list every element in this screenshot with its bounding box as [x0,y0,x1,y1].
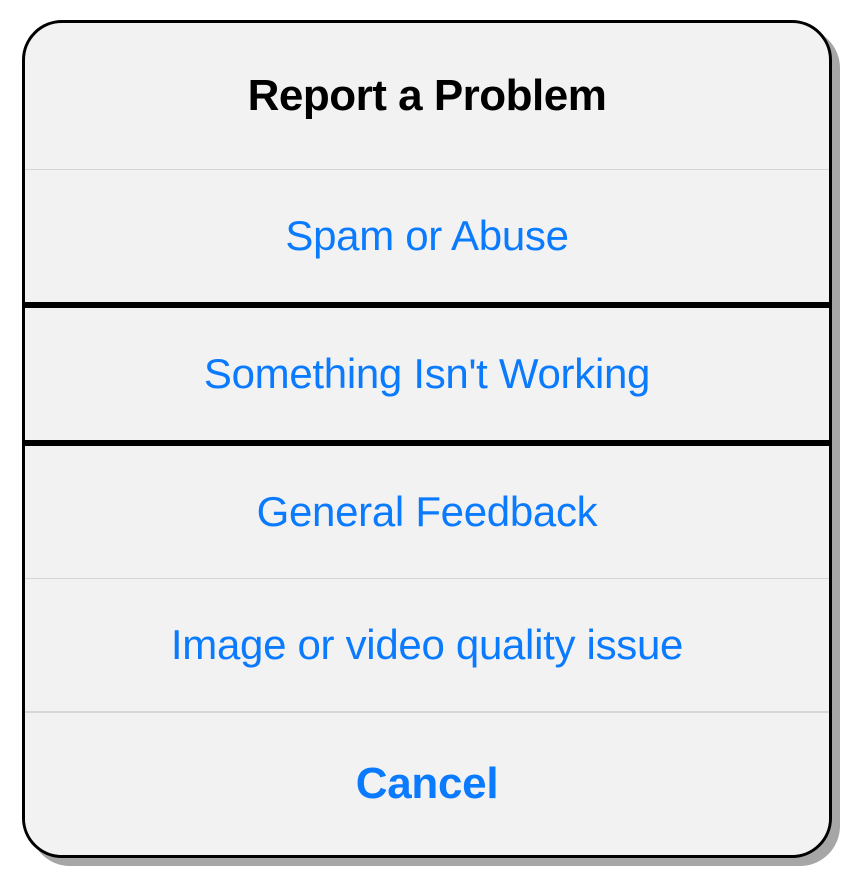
option-general-feedback[interactable]: General Feedback [25,446,829,579]
cancel-button[interactable]: Cancel [25,712,829,855]
option-image-video-quality[interactable]: Image or video quality issue [25,579,829,712]
report-problem-sheet: Report a Problem Spam or Abuse Something… [22,20,832,858]
sheet-header: Report a Problem [25,23,829,170]
option-spam-or-abuse[interactable]: Spam or Abuse [25,170,829,303]
sheet-title: Report a Problem [45,71,809,121]
option-something-isnt-working[interactable]: Something Isn't Working [25,302,829,446]
